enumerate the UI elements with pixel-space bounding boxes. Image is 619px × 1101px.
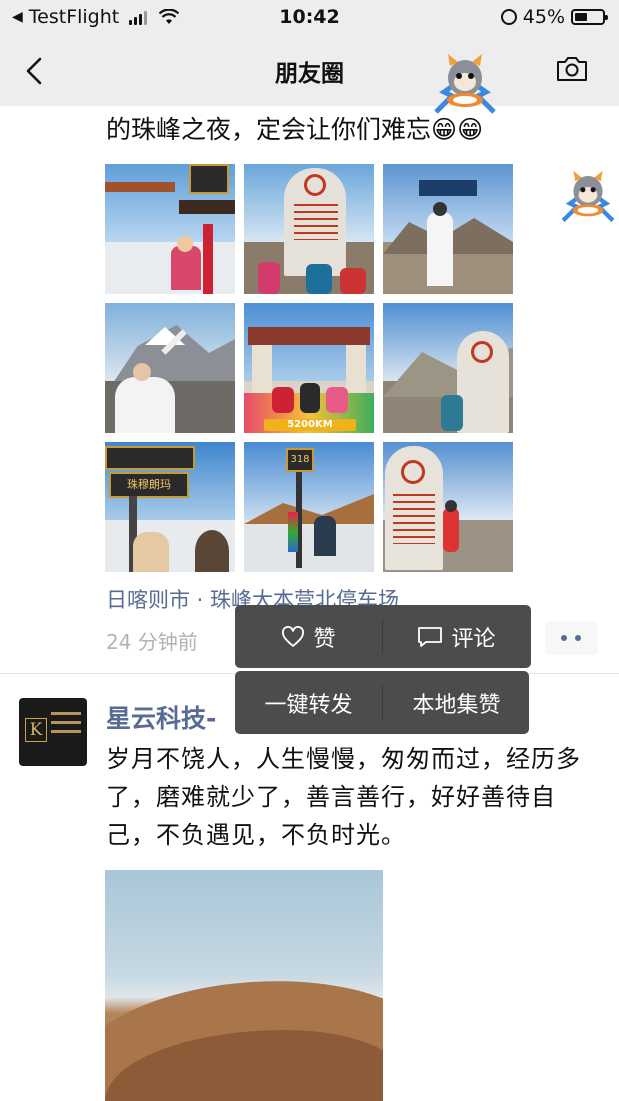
like-button[interactable]: 赞: [235, 605, 382, 668]
comment-label: 评论: [451, 626, 496, 652]
banner-label: 5200KM: [264, 419, 356, 431]
photo-7[interactable]: 珠穆朗玛: [105, 442, 235, 572]
local-like-label: 本地集赞: [412, 692, 501, 718]
battery-icon: [571, 9, 608, 25]
battery-fill: [575, 13, 587, 21]
forward-button[interactable]: 一键转发: [235, 671, 382, 734]
avatar[interactable]: K: [19, 698, 87, 766]
action-popup-row-2: 一键转发 本地集赞: [235, 671, 529, 734]
photo-1[interactable]: [105, 164, 235, 294]
sign-label: 珠穆朗玛: [109, 472, 189, 498]
photo-6[interactable]: [383, 303, 513, 433]
post-image[interactable]: [105, 870, 383, 1101]
sign-318-label: 318: [286, 448, 314, 472]
post-timestamp: 24 分钟前: [106, 630, 198, 654]
forward-label: 一键转发: [264, 692, 353, 718]
nav-bar: 朋友圈: [0, 36, 619, 106]
battery-percent: 45%: [522, 6, 565, 28]
photo-8[interactable]: 318: [244, 442, 374, 572]
like-label: 赞: [313, 626, 336, 652]
heart-icon: [282, 625, 305, 647]
action-popup-row-1: 赞 评论: [235, 605, 531, 668]
comment-icon: [418, 626, 443, 647]
photo-3[interactable]: [383, 164, 513, 294]
photo-9[interactable]: [383, 442, 513, 572]
orientation-lock-icon: [500, 9, 517, 25]
avatar-text-decoration: [51, 712, 81, 739]
username-link[interactable]: 星云科技-: [106, 699, 216, 735]
photo-2[interactable]: [244, 164, 374, 294]
post-body-text: 岁月不饶人，人生慢慢，匆匆而过，经历多了，磨难就少了，善言善行，好好善待自己，不…: [106, 745, 581, 849]
status-bar: ◀ TestFlight 10:42 45%: [0, 0, 619, 36]
cartoon-sticker-small-icon[interactable]: [558, 168, 618, 232]
cartoon-sticker-icon[interactable]: [430, 52, 500, 124]
local-like-button[interactable]: 本地集赞: [383, 671, 530, 734]
page-title: 朋友圈: [275, 61, 344, 87]
comment-button[interactable]: 评论: [383, 605, 530, 668]
photo-grid: 5200KM 珠穆朗玛 318: [105, 164, 513, 572]
photo-4[interactable]: [105, 303, 235, 433]
more-actions-button[interactable]: [545, 621, 598, 655]
post-text: 的珠峰之夜，定会让你们难忘😁😁: [106, 115, 484, 144]
photo-5[interactable]: 5200KM: [244, 303, 374, 433]
avatar-logo: K: [25, 718, 47, 742]
camera-icon[interactable]: [555, 54, 589, 84]
